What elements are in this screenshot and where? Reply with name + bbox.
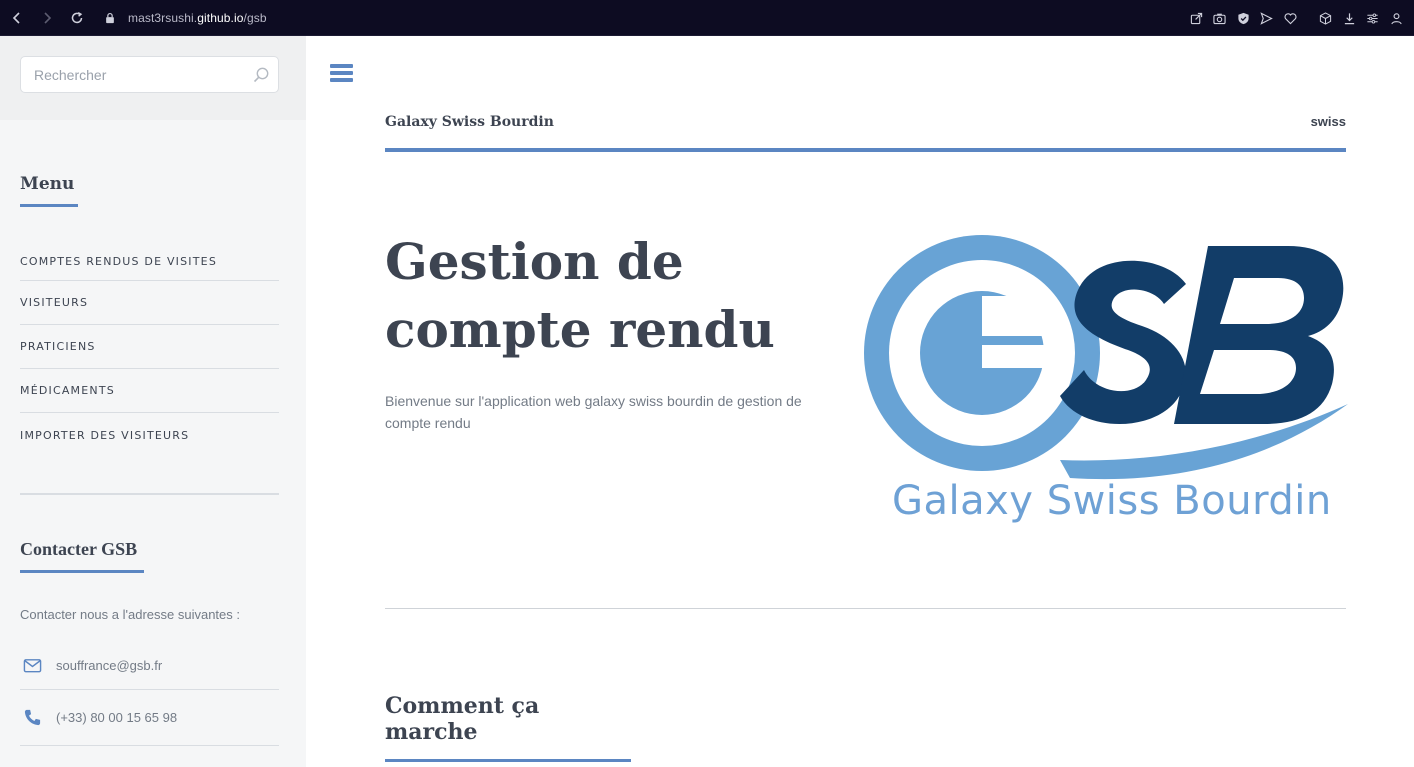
contact-intro: Contacter nous a l'adresse suivantes : — [20, 607, 240, 622]
site-header: Galaxy Swiss Bourdin swiss — [385, 112, 1346, 152]
url-domain: github.io — [197, 10, 244, 25]
contact-email[interactable]: souffrance@gsb.fr — [20, 642, 279, 690]
section-divider — [385, 608, 1346, 609]
browser-toolbar: mast3rsushi.github.io/gsb — [0, 0, 1414, 36]
banner-description: Bienvenue sur l'application web galaxy s… — [385, 393, 802, 431]
menu-item-importer-visiteurs[interactable]: IMPORTER DES VISITEURS — [20, 413, 279, 457]
header-right-text: swiss — [1310, 114, 1346, 129]
contact-list: souffrance@gsb.fr (+33) 80 00 15 65 98 — [20, 642, 279, 746]
hamburger-menu-icon[interactable] — [330, 64, 353, 84]
search-input[interactable] — [21, 57, 278, 92]
menu-item-medicaments[interactable]: MÉDICAMENTS — [20, 369, 279, 413]
main-content: Galaxy Swiss Bourdin swiss Gestion de co… — [306, 36, 1414, 767]
contact-phone-text: (+33) 80 00 15 65 98 — [56, 710, 178, 725]
reload-icon — [71, 11, 83, 23]
envelope-icon — [23, 656, 51, 675]
menu-item-praticiens[interactable]: PRATICIENS — [20, 325, 279, 369]
contact-phone[interactable]: (+33) 80 00 15 65 98 — [20, 690, 279, 746]
menu-list: COMPTES RENDUS DE VISITES VISITEURS PRAT… — [20, 243, 279, 457]
shield-icon[interactable] — [1232, 0, 1256, 36]
settings-sliders-icon[interactable] — [1361, 0, 1385, 36]
banner-title: Gestion de compte rendu — [385, 232, 775, 359]
chevron-right-icon — [44, 11, 52, 24]
heart-icon[interactable] — [1279, 0, 1303, 36]
send-icon[interactable] — [1255, 0, 1279, 36]
camera-icon[interactable] — [1208, 0, 1232, 36]
chevron-left-icon — [12, 11, 20, 24]
sidebar-search-area — [0, 36, 306, 120]
lock-icon — [104, 11, 118, 25]
cube-icon[interactable] — [1314, 0, 1338, 36]
section-heading-how-it-works: Comment ça marche — [385, 693, 631, 762]
share-icon[interactable] — [1185, 0, 1209, 36]
reload-button[interactable] — [62, 0, 92, 36]
phone-icon — [23, 708, 51, 727]
search-box — [20, 56, 279, 93]
toolbar-spacer — [1302, 0, 1314, 36]
profile-icon[interactable] — [1385, 0, 1409, 36]
contact-email-text: souffrance@gsb.fr — [56, 658, 163, 673]
gsb-logo-caption: Galaxy Swiss Bourdin — [892, 478, 1332, 524]
menu-item-comptes-rendus[interactable]: COMPTES RENDUS DE VISITES — [20, 243, 279, 281]
sidebar: Menu COMPTES RENDUS DE VISITES VISITEURS… — [0, 36, 306, 767]
menu-item-visiteurs[interactable]: VISITEURS — [20, 281, 279, 325]
address-bar[interactable]: mast3rsushi.github.io/gsb — [128, 11, 267, 25]
contact-heading: Contacter GSB — [20, 539, 144, 573]
site-logo-text[interactable]: Galaxy Swiss Bourdin — [385, 114, 554, 130]
url-path: /gsb — [243, 10, 267, 25]
menu-heading: Menu — [20, 174, 78, 207]
url-prefix: mast3rsushi. — [128, 10, 198, 25]
download-icon[interactable] — [1338, 0, 1362, 36]
sidebar-divider — [20, 493, 279, 495]
search-icon[interactable] — [252, 66, 270, 84]
forward-button[interactable] — [32, 0, 62, 36]
back-button[interactable] — [2, 0, 32, 36]
